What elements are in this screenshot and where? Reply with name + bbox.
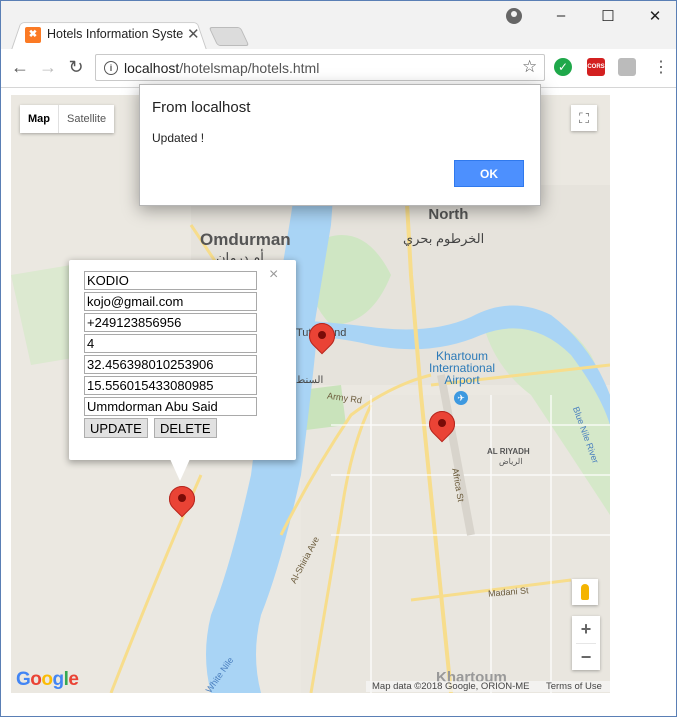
info-window-close-icon[interactable]: ×: [269, 266, 278, 284]
update-button[interactable]: UPDATE: [84, 418, 148, 438]
browser-toolbar: ← → ↻ i localhost/hotelsmap/hotels.html …: [1, 49, 676, 88]
label-khartoum-north-ar: الخرطوم بحري: [403, 231, 485, 246]
hotel-marker[interactable]: [423, 405, 461, 449]
map-data-attribution: Map data ©2018 Google, ORION-ME: [372, 681, 530, 692]
zoom-in-button[interactable]: +: [572, 616, 600, 643]
label-omdurman: Omdurman: [200, 230, 291, 249]
alert-message: Updated !: [152, 131, 205, 145]
forward-arrow-icon[interactable]: →: [37, 57, 59, 78]
terms-of-use-link[interactable]: Terms of Use: [546, 681, 602, 692]
zoom-control: + −: [572, 616, 600, 670]
hotel-marker[interactable]: [163, 480, 201, 524]
alert-dialog: From localhost Updated ! OK: [139, 84, 541, 206]
url-host: localhost: [124, 60, 180, 76]
browser-menu-icon[interactable]: ⋮: [653, 57, 669, 77]
xampp-favicon-icon: ✖: [25, 27, 41, 43]
info-icon[interactable]: i: [104, 61, 118, 75]
airport-icon: ✈: [454, 391, 468, 405]
alert-ok-button[interactable]: OK: [454, 160, 524, 187]
hotel-rating-field[interactable]: [84, 334, 257, 353]
browser-tab[interactable]: ✖ Hotels Information Syste ✕: [11, 19, 207, 50]
close-window-button[interactable]: ✕: [635, 7, 675, 25]
new-tab-button[interactable]: [208, 27, 250, 46]
url-text: localhost/hotelsmap/hotels.html: [124, 60, 319, 76]
map-type-control: Map Satellite: [20, 105, 115, 133]
back-arrow-icon[interactable]: ←: [9, 57, 31, 78]
tab-strip: ✖ Hotels Information Syste ✕ – ☐ ✕: [1, 1, 676, 50]
maximize-button[interactable]: ☐: [588, 7, 628, 25]
label-al-riyadh: AL RIYADH: [487, 447, 530, 456]
marker-dot: [178, 494, 186, 502]
marker-dot: [438, 419, 446, 427]
label-airport: Khartoum International Airport: [429, 349, 496, 387]
map-attribution: Map data ©2018 Google, ORION-ME Terms of…: [366, 681, 610, 692]
map-type-map-button[interactable]: Map: [20, 105, 59, 133]
minimize-button[interactable]: –: [541, 7, 581, 24]
hotel-email-field[interactable]: [84, 292, 257, 311]
extension-check-icon[interactable]: ✓: [554, 58, 572, 76]
hotel-phone-field[interactable]: [84, 313, 257, 332]
hotel-info-window: × UPDATE DELETE: [69, 260, 296, 481]
tab-title: Hotels Information Syste: [47, 27, 183, 41]
browser-window: ✖ Hotels Information Syste ✕ – ☐ ✕ ← → ↻…: [0, 0, 677, 717]
profile-icon[interactable]: [506, 8, 522, 24]
alert-title: From localhost: [152, 99, 251, 116]
reload-icon[interactable]: ↻: [65, 57, 87, 78]
marker-dot: [318, 331, 326, 339]
tab-close-icon[interactable]: ✕: [187, 25, 200, 43]
zoom-out-button[interactable]: −: [572, 644, 600, 671]
bookmark-star-icon[interactable]: ☆: [522, 57, 537, 77]
label-al-riyadh-ar: الرياض: [499, 457, 523, 466]
extension-cube-icon[interactable]: [618, 58, 636, 76]
hotel-name-field[interactable]: [84, 271, 257, 290]
hotel-latitude-field[interactable]: [84, 376, 257, 395]
google-logo[interactable]: Google: [16, 669, 79, 691]
fullscreen-icon[interactable]: ⛶: [571, 105, 597, 131]
hotel-longitude-field[interactable]: [84, 355, 257, 374]
address-bar[interactable]: i localhost/hotelsmap/hotels.html ☆: [95, 54, 545, 81]
label-alsunt-ar: السنط: [296, 375, 324, 386]
delete-button[interactable]: DELETE: [154, 418, 217, 438]
map-type-satellite-button[interactable]: Satellite: [59, 105, 114, 133]
street-view-pegman-icon[interactable]: [572, 579, 598, 605]
url-path: /hotelsmap/hotels.html: [179, 60, 320, 76]
hotel-address-field[interactable]: [84, 397, 257, 416]
hotel-marker[interactable]: [303, 317, 341, 361]
extension-cors-icon[interactable]: CORS: [587, 58, 605, 76]
